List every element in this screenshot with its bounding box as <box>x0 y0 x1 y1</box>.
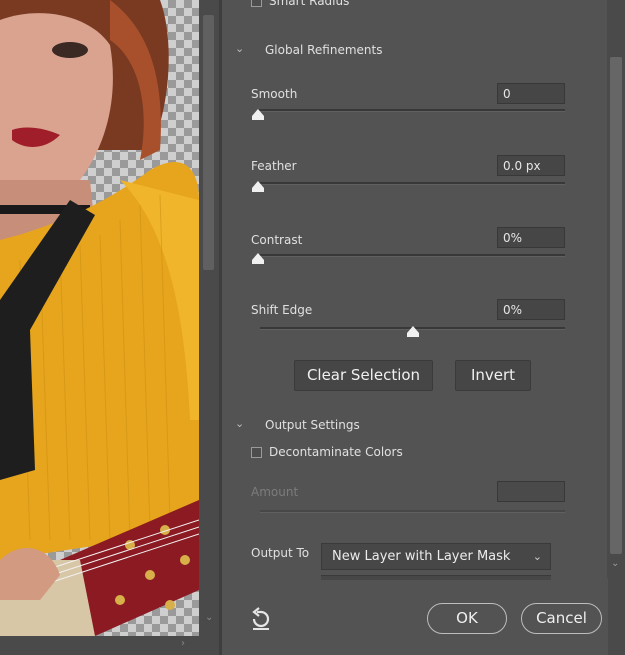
feather-label: Feather <box>251 159 297 173</box>
amount-label: Amount <box>251 485 299 499</box>
contrast-label: Contrast <box>251 233 303 247</box>
output-settings-title[interactable]: Output Settings <box>265 418 360 432</box>
global-refinements-title[interactable]: Global Refinements <box>265 43 382 57</box>
smooth-label: Smooth <box>251 87 298 101</box>
panel-vertical-scrollbar[interactable]: ⌄ <box>607 0 625 578</box>
shift-edge-label: Shift Edge <box>251 303 313 317</box>
contrast-field[interactable]: 0% <box>497 227 565 248</box>
chevron-right-icon[interactable]: › <box>181 638 185 649</box>
output-to-value: New Layer with Layer Mask <box>332 549 511 564</box>
smart-radius-checkbox[interactable] <box>251 0 262 7</box>
dropdown-shadow <box>321 575 551 580</box>
chevron-down-icon[interactable]: ⌄ <box>205 612 213 623</box>
output-to-label: Output To <box>251 546 310 560</box>
feather-field[interactable]: 0.0 px <box>497 155 565 176</box>
subject-photo <box>0 0 199 636</box>
chevron-down-icon: ⌄ <box>532 550 542 563</box>
clear-selection-button[interactable]: Clear Selection <box>294 360 433 391</box>
decontaminate-colors-label[interactable]: Decontaminate Colors <box>269 445 403 459</box>
chevron-down-icon[interactable]: ⌄ <box>235 42 244 55</box>
reset-arrow-icon[interactable] <box>248 606 274 632</box>
canvas-vertical-scrollbar[interactable]: ⌄ <box>199 0 219 636</box>
smooth-field[interactable]: 0 <box>497 83 565 104</box>
amount-field <box>497 481 565 502</box>
smooth-slider-track[interactable] <box>258 109 565 112</box>
panel-edge <box>608 578 625 655</box>
feather-slider-track[interactable] <box>258 182 565 185</box>
ok-button[interactable]: OK <box>427 603 507 634</box>
canvas-scroll-thumb[interactable] <box>203 15 214 270</box>
cancel-button[interactable]: Cancel <box>521 603 602 634</box>
invert-button[interactable]: Invert <box>455 360 531 391</box>
smart-radius-label: Smart Radius <box>269 0 350 8</box>
amount-slider-track <box>260 510 565 513</box>
canvas-horizontal-scrollbar[interactable]: › <box>0 636 219 655</box>
chevron-down-icon[interactable]: ⌄ <box>611 558 619 569</box>
chevron-down-icon[interactable]: ⌄ <box>235 417 244 430</box>
output-to-dropdown[interactable]: New Layer with Layer Mask ⌄ <box>321 543 551 570</box>
decontaminate-checkbox[interactable] <box>251 447 262 458</box>
contrast-slider-track[interactable] <box>258 254 565 257</box>
panel-scroll-thumb[interactable] <box>610 57 622 554</box>
shift-edge-field[interactable]: 0% <box>497 299 565 320</box>
image-canvas[interactable] <box>0 0 199 636</box>
